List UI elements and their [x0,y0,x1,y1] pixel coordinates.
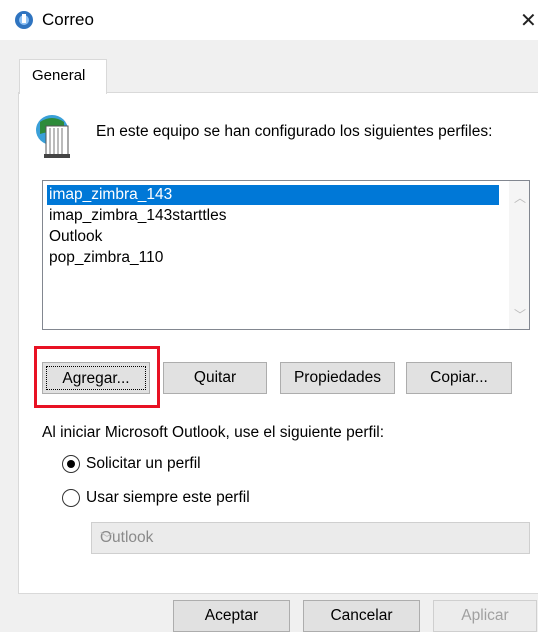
radio-always-profile[interactable] [62,489,80,507]
profiles-intro-text: En este equipo se han configurado los si… [96,123,493,140]
apply-button[interactable]: Aplicar [433,600,537,632]
profile-book-icon [36,115,70,158]
startup-label: Al iniciar Microsoft Outlook, use el sig… [42,424,385,441]
general-panel [18,92,538,594]
close-icon[interactable]: ✕ [520,8,537,33]
profile-select[interactable]: Outlook ﹀ [91,522,530,554]
scroll-up-icon[interactable]: ︿ [514,189,526,206]
add-button-label: Agregar... [46,366,146,390]
title-bar: Correo ✕ [0,0,538,40]
mail-icon [15,11,33,29]
add-button[interactable]: Agregar... [42,362,150,394]
list-item[interactable]: pop_zimbra_110 [47,248,165,268]
ok-button[interactable]: Aceptar [173,600,290,632]
scroll-down-icon[interactable]: ﹀ [514,306,526,323]
list-item[interactable]: imap_zimbra_143starttles [47,206,228,226]
copy-button[interactable]: Copiar... [406,362,512,394]
radio-prompt-profile[interactable] [62,455,80,473]
radio-always-label[interactable]: Usar siempre este perfil [86,489,250,507]
remove-button[interactable]: Quitar [163,362,267,394]
list-item[interactable]: imap_zimbra_143 [47,185,499,205]
properties-button[interactable]: Propiedades [280,362,395,394]
list-item[interactable]: Outlook [47,227,104,247]
listbox-scrollbar[interactable]: ︿ ﹀ [509,181,529,329]
window-title: Correo [42,10,94,29]
chevron-down-icon: ﹀ [100,531,114,547]
radio-prompt-label[interactable]: Solicitar un perfil [86,455,201,473]
profiles-listbox[interactable]: imap_zimbra_143 imap_zimbra_143starttles… [42,180,530,330]
cancel-button[interactable]: Cancelar [303,600,420,632]
tab-general[interactable]: General [19,59,107,94]
tab-general-label: General [32,67,86,84]
